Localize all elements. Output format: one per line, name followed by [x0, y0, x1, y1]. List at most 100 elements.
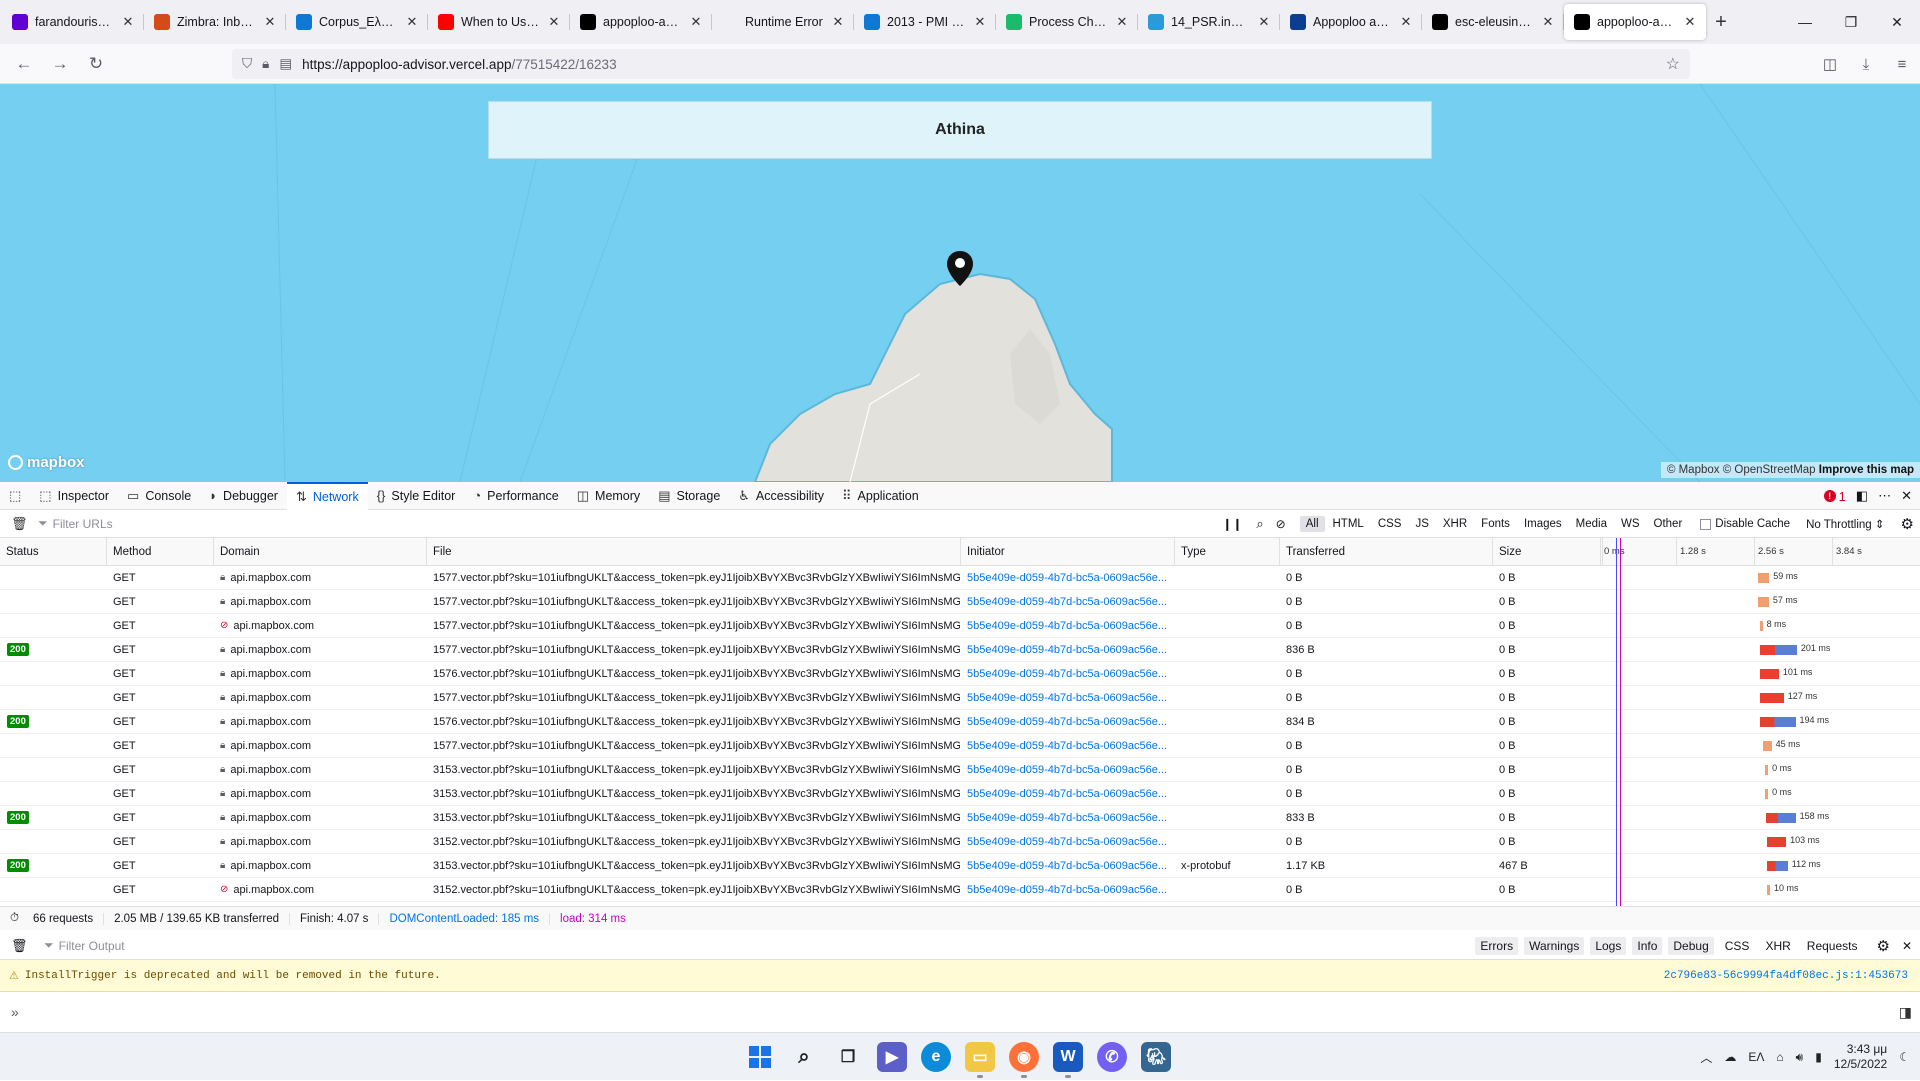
minimize-icon[interactable]: —: [1782, 0, 1828, 44]
type-filter-css[interactable]: CSS: [1372, 516, 1408, 532]
request-row[interactable]: GET 🔒︎ api.mapbox.com 1576.vector.pbf?sku=1…: [0, 662, 1920, 686]
request-row[interactable]: 200 GET 🔒︎ api.mapbox.com 3153.vector.pbf?sk…: [0, 854, 1920, 878]
devtools-tab-console[interactable]: ▭ Console: [118, 482, 200, 510]
block-icon[interactable]: ⊘: [1272, 517, 1290, 531]
browser-tab[interactable]: 2013 - PMI Proje ✕: [854, 5, 996, 39]
console-filter-css[interactable]: CSS: [1720, 937, 1755, 955]
network-settings-gear-icon[interactable]: ⚙: [1901, 515, 1914, 533]
restore-icon[interactable]: ❐: [1828, 0, 1874, 44]
console-filter-info[interactable]: Info: [1632, 937, 1663, 955]
close-tab-icon[interactable]: ✕: [1114, 14, 1130, 30]
permissions-icon[interactable]: ▤: [279, 56, 292, 72]
column-header-file[interactable]: File: [426, 538, 960, 565]
task-view-icon[interactable]: ❐: [833, 1042, 863, 1072]
request-row[interactable]: GET 🔒︎ api.mapbox.com 3153.vector.pbf?sku=1…: [0, 782, 1920, 806]
throttling-select[interactable]: No Throttling ⇕: [1806, 517, 1884, 531]
column-header-status[interactable]: Status: [0, 538, 106, 565]
column-header-domain[interactable]: Domain: [213, 538, 426, 565]
request-row[interactable]: GET ⊘ api.mapbox.com 3152.vector.pbf?sku=10…: [0, 878, 1920, 902]
request-row[interactable]: GET 🔒︎ api.mapbox.com 1577.vector.pbf?sku=1…: [0, 686, 1920, 710]
shield-icon[interactable]: ⛉: [242, 56, 252, 72]
devtools-tab-memory[interactable]: ◫ Memory: [568, 482, 649, 510]
network-icon[interactable]: ⌂: [1776, 1050, 1783, 1064]
file-explorer-icon[interactable]: ▭: [965, 1042, 995, 1078]
close-tab-icon[interactable]: ✕: [546, 14, 562, 30]
warning-source-link[interactable]: 2c796e83-56c9994fa4df08ec.js:1:453673: [1664, 970, 1908, 982]
mapbox-logo[interactable]: mapbox: [8, 454, 85, 471]
clear-console-icon[interactable]: 🗑︎: [11, 938, 28, 954]
devtools-tab-style-editor[interactable]: {} Style Editor: [368, 482, 465, 510]
request-row[interactable]: GET ⊘ api.mapbox.com 1577.vector.pbf?sku=10…: [0, 614, 1920, 638]
column-header-method[interactable]: Method: [106, 538, 213, 565]
new-tab-button[interactable]: +: [1706, 11, 1736, 34]
checkbox-box[interactable]: [1700, 518, 1712, 530]
language-indicator[interactable]: ΕΛ: [1748, 1050, 1764, 1064]
filter-urls-input[interactable]: ⏷ Filter URLs: [38, 516, 378, 531]
close-tab-icon[interactable]: ✕: [120, 14, 136, 30]
location-pin-icon[interactable]: [946, 250, 974, 288]
devtools-tab-debugger[interactable]: ◗ Debugger: [200, 482, 287, 510]
start-icon[interactable]: [745, 1042, 775, 1072]
url-bar[interactable]: ⛉ 🔒︎ ▤ https://appoploo-advisor.vercel.a…: [232, 49, 1690, 79]
console-filter-errors[interactable]: Errors: [1475, 937, 1519, 955]
word-icon[interactable]: W: [1053, 1042, 1083, 1078]
close-tab-icon[interactable]: ✕: [1398, 14, 1414, 30]
devtools-tab-storage[interactable]: ▤ Storage: [649, 482, 729, 510]
pocket-icon[interactable]: ◫: [1812, 55, 1848, 73]
devtools-tab-performance[interactable]: ◔ Performance: [464, 482, 567, 510]
request-row[interactable]: GET 🔒︎ api.mapbox.com 3153.vector.pbf?sku=1…: [0, 758, 1920, 782]
request-row[interactable]: GET 🔒︎ api.mapbox.com 1577.vector.pbf?sku=1…: [0, 566, 1920, 590]
filter-output-input[interactable]: ⏷ Filter Output: [44, 938, 384, 953]
clear-trash-icon[interactable]: 🗑︎: [11, 516, 28, 532]
lock-icon[interactable]: 🔒︎: [262, 56, 269, 72]
notifications-icon[interactable]: ☾: [1899, 1050, 1910, 1064]
close-tab-icon[interactable]: ✕: [1256, 14, 1272, 30]
browser-tab[interactable]: Runtime Error ✕: [712, 5, 854, 39]
firefox-icon[interactable]: ◉: [1009, 1042, 1039, 1078]
console-filter-xhr[interactable]: XHR: [1760, 937, 1795, 955]
browser-tab[interactable]: appoploo-advis ✕: [1564, 4, 1706, 40]
close-window-icon[interactable]: ✕: [1874, 0, 1920, 44]
console-settings-gear-icon[interactable]: ⚙: [1876, 937, 1889, 955]
volume-icon[interactable]: 🔊︎: [1796, 1050, 1804, 1065]
close-tab-icon[interactable]: ✕: [688, 14, 704, 30]
type-filter-fonts[interactable]: Fonts: [1475, 516, 1516, 532]
disable-cache-checkbox[interactable]: Disable Cache: [1700, 518, 1790, 530]
element-picker-icon[interactable]: ⬚: [0, 482, 30, 510]
error-count-badge[interactable]: ! 1: [1823, 489, 1846, 504]
clock[interactable]: 3:43 μμ 12/5/2022: [1834, 1042, 1887, 1072]
pause-icon[interactable]: ❙❙: [1216, 517, 1248, 531]
column-header-type[interactable]: Type: [1174, 538, 1279, 565]
request-row[interactable]: GET 🔒︎ api.mapbox.com 3152.vector.pbf?sku=1…: [0, 830, 1920, 854]
back-icon[interactable]: ←: [6, 54, 42, 74]
browser-tab[interactable]: appoploo-advis ✕: [570, 5, 712, 39]
type-filter-js[interactable]: JS: [1409, 516, 1434, 532]
browser-tab[interactable]: Corpus_Ελευσίν ✕: [286, 5, 428, 39]
request-row[interactable]: 200 GET 🔒︎ api.mapbox.com 1576.vector.pbf?sk…: [0, 710, 1920, 734]
browser-tab[interactable]: Process Chart Gi ✕: [996, 5, 1138, 39]
forward-icon[interactable]: →: [42, 54, 78, 74]
close-tab-icon[interactable]: ✕: [1682, 14, 1698, 30]
devtools-tab-application[interactable]: ⠿ Application: [833, 482, 928, 510]
tray-chevron-icon[interactable]: ︿: [1700, 1049, 1712, 1066]
console-input[interactable]: » ◨: [0, 992, 1920, 1032]
console-filter-debug[interactable]: Debug: [1668, 937, 1714, 955]
dock-icon[interactable]: ◧: [1856, 488, 1868, 504]
battery-icon[interactable]: ▮: [1815, 1050, 1822, 1064]
search-icon[interactable]: ⌕: [1252, 516, 1267, 532]
request-row[interactable]: GET 🔒︎ api.mapbox.com 1577.vector.pbf?sku=1…: [0, 734, 1920, 758]
downloads-icon[interactable]: ⤓: [1848, 56, 1884, 73]
teams-chat-icon[interactable]: ▶: [877, 1042, 907, 1072]
console-filter-logs[interactable]: Logs: [1590, 937, 1627, 955]
type-filter-html[interactable]: HTML: [1327, 516, 1370, 532]
browser-tab[interactable]: 14_PSR.indd - Pr ✕: [1138, 5, 1280, 39]
column-header-transferred[interactable]: Transferred: [1279, 538, 1492, 565]
close-tab-icon[interactable]: ✕: [830, 14, 846, 30]
type-filter-xhr[interactable]: XHR: [1437, 516, 1473, 532]
reload-icon[interactable]: ↻: [78, 54, 114, 74]
column-header-size[interactable]: Size: [1492, 538, 1602, 565]
type-filter-ws[interactable]: WS: [1615, 516, 1646, 532]
improve-map-link[interactable]: Improve this map: [1819, 464, 1914, 476]
map-view[interactable]: Athina mapbox © Mapbox © OpenStreetMap I…: [0, 84, 1920, 482]
browser-tab[interactable]: esc-eleusina-de ✕: [1422, 5, 1564, 39]
